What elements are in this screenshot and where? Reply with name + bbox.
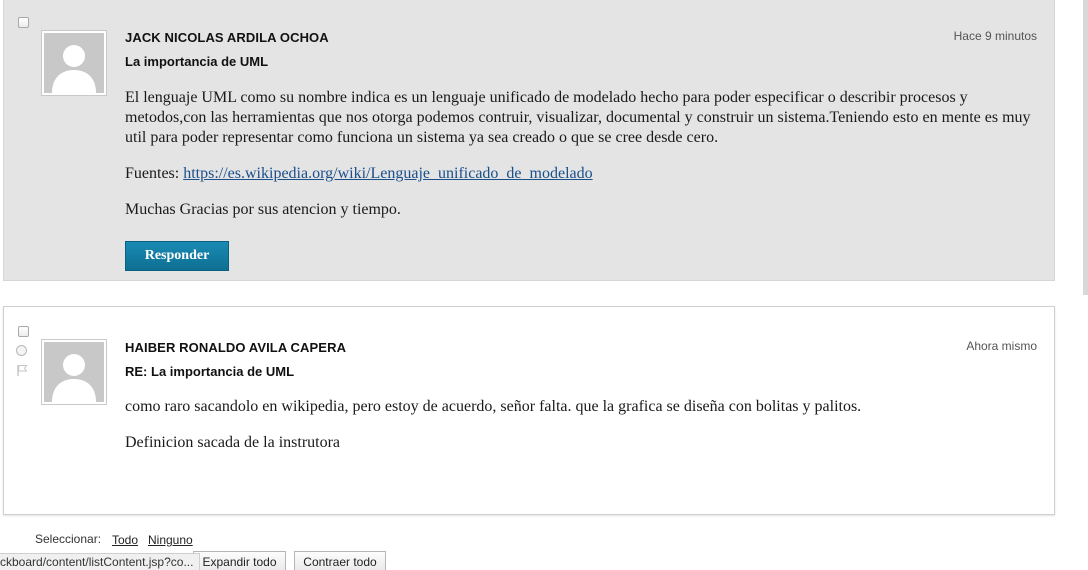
default-user-icon — [44, 33, 104, 93]
discussion-post: JACK NICOLAS ARDILA OCHOA Hace 9 minutos… — [3, 0, 1055, 281]
expand-all-button[interactable]: Expandir todo — [193, 551, 286, 570]
post-select-checkbox[interactable] — [18, 326, 29, 337]
scrollbar-edge[interactable] — [1083, 0, 1088, 295]
post-paragraph: El lenguaje UML como su nombre indica es… — [125, 89, 1031, 146]
post-author: JACK NICOLAS ARDILA OCHOA — [125, 30, 329, 45]
status-bar-url: ckboard/content/listContent.jsp?co... — [0, 553, 201, 570]
post-body: como raro sacandolo en wikipedia, pero e… — [125, 397, 1035, 453]
post-select-checkbox[interactable] — [18, 17, 29, 28]
post-paragraph: como raro sacandolo en wikipedia, pero e… — [125, 398, 862, 415]
reply-button[interactable]: Responder — [125, 241, 229, 271]
flag-icon[interactable] — [16, 364, 28, 376]
collapse-all-button[interactable]: Contraer todo — [294, 551, 386, 570]
post-author: HAIBER RONALDO AVILA CAPERA — [125, 340, 347, 355]
sources-label: Fuentes: — [125, 165, 180, 182]
post-timestamp: Ahora mismo — [966, 339, 1037, 353]
sources-line: Fuentes: https://es.wikipedia.org/wiki/L… — [125, 164, 1035, 184]
post-body: El lenguaje UML como su nombre indica es… — [125, 88, 1035, 220]
post-paragraph: Definicion sacada de la instrutora — [125, 434, 341, 451]
avatar — [41, 30, 107, 96]
avatar — [41, 339, 107, 405]
read-status-radio[interactable] — [16, 345, 27, 356]
sources-link[interactable]: https://es.wikipedia.org/wiki/Lenguaje_u… — [183, 165, 592, 182]
select-all-link[interactable]: Todo — [112, 533, 138, 547]
post-closing: Muchas Gracias por sus atencion y tiempo… — [125, 201, 401, 218]
select-none-link[interactable]: Ninguno — [148, 533, 193, 547]
select-label: Seleccionar: — [35, 532, 102, 546]
post-subject: La importancia de UML — [125, 54, 269, 69]
post-subject: RE: La importancia de UML — [125, 364, 295, 379]
post-timestamp: Hace 9 minutos — [953, 29, 1037, 43]
default-user-icon — [44, 342, 104, 402]
discussion-post: HAIBER RONALDO AVILA CAPERA Ahora mismo … — [3, 306, 1055, 515]
